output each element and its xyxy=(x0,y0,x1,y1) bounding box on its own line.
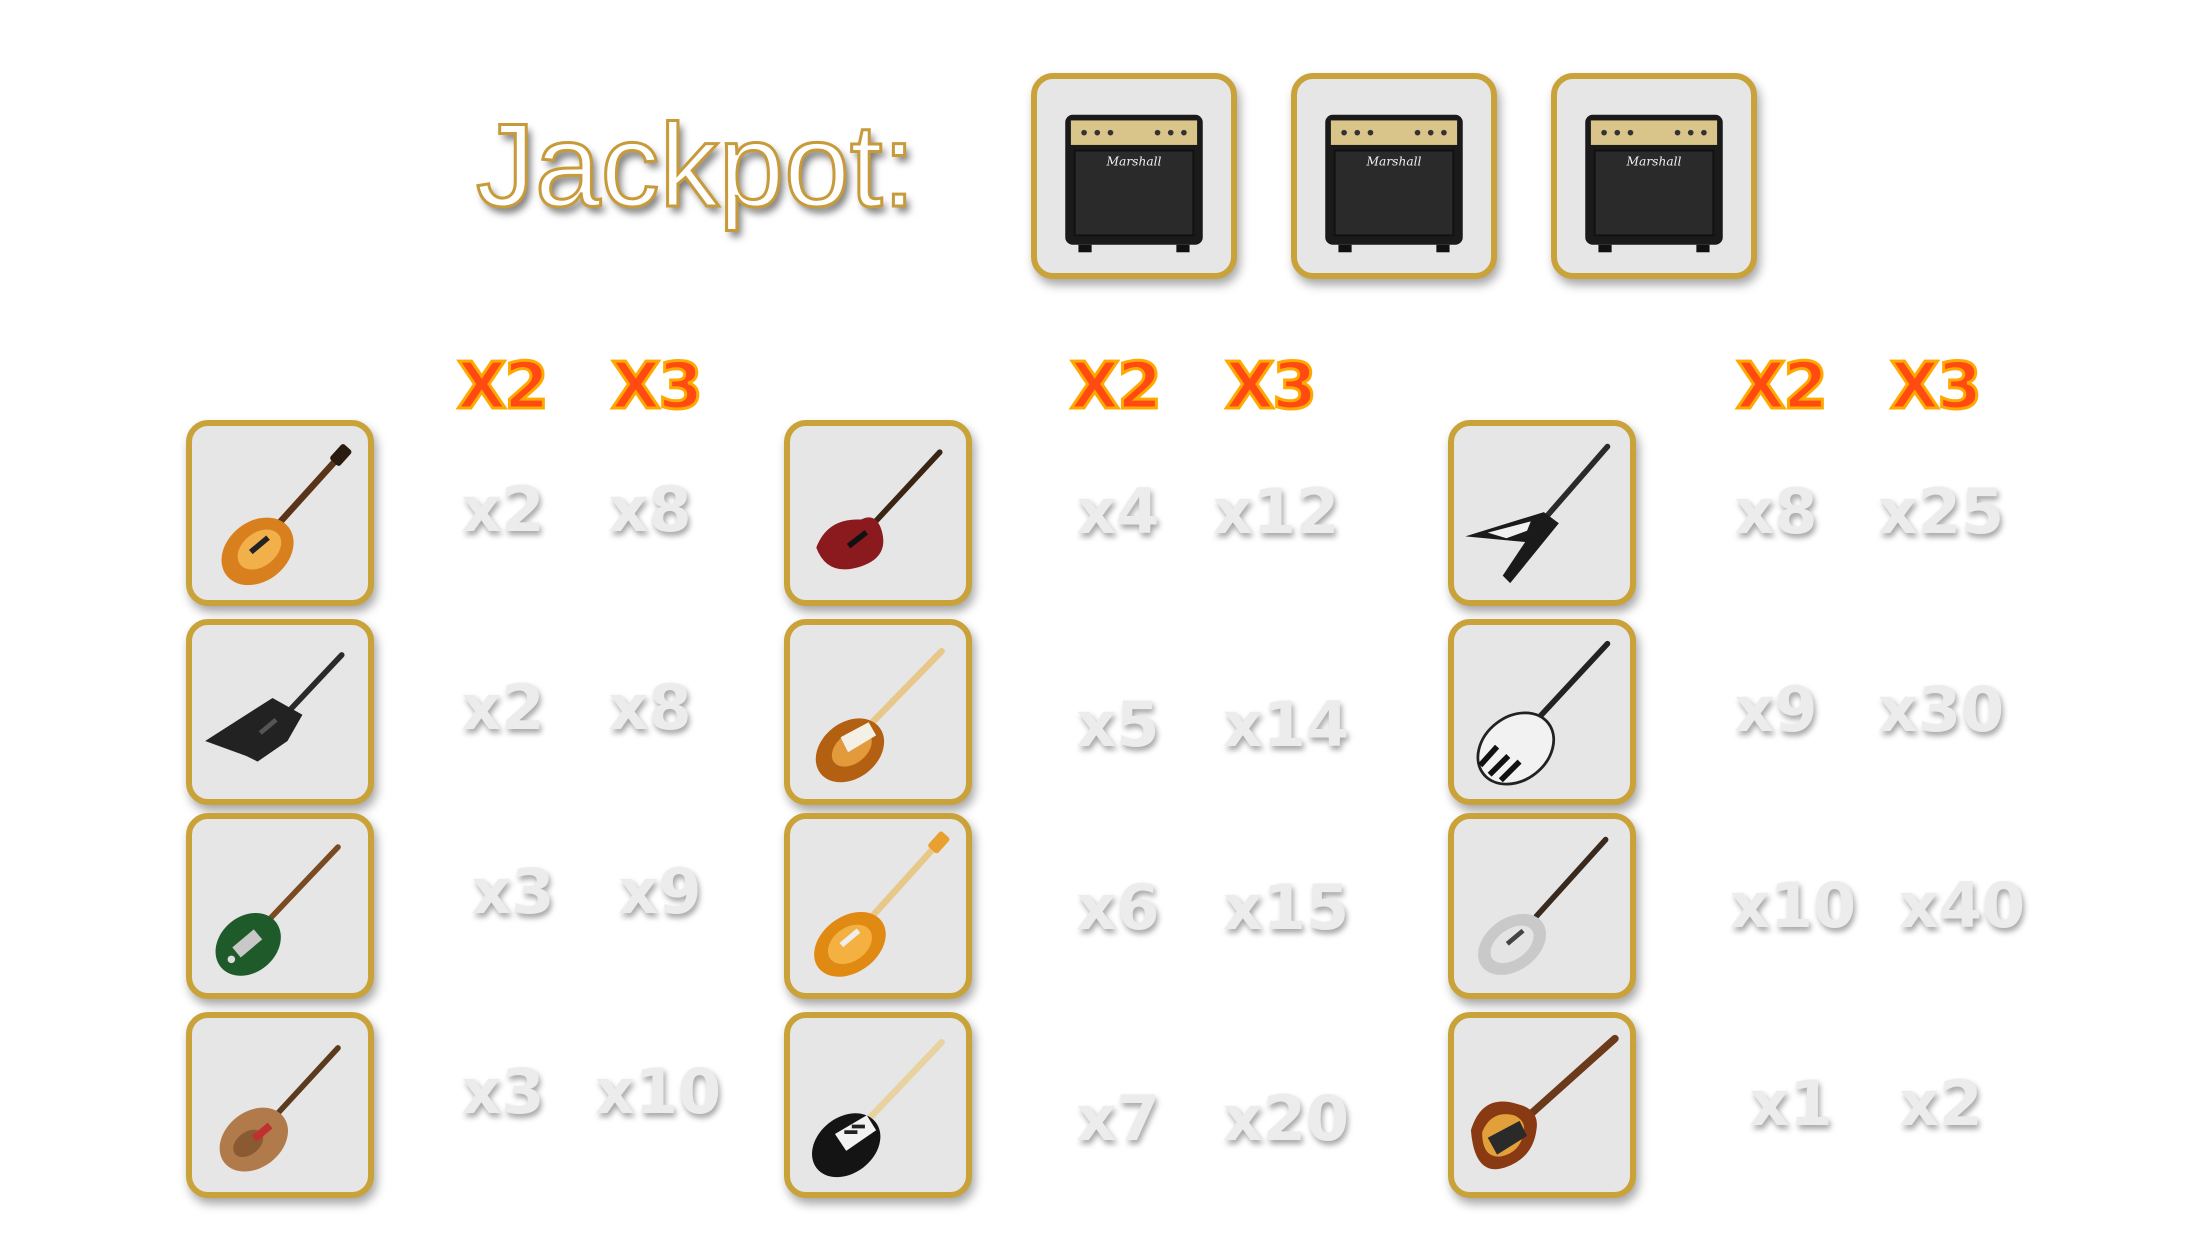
payout-x3-value: x14 xyxy=(1222,688,1350,761)
red-sg-guitar-icon xyxy=(784,420,972,606)
payout-x2-value: x2 xyxy=(461,671,545,744)
sunburst-telecaster-guitar-icon xyxy=(784,619,972,805)
column-1-x2-header: X2 xyxy=(456,350,551,424)
payout-x2-value: x3 xyxy=(471,855,555,928)
black-stratocaster-guitar-icon xyxy=(784,1012,972,1198)
amber-axis-guitar-icon xyxy=(784,813,972,999)
amp-brand-text: Marshall xyxy=(1626,155,1682,169)
payout-x2-value: x6 xyxy=(1076,871,1160,944)
payout-x3-value: x25 xyxy=(1877,475,2005,548)
payout-x2-value: x5 xyxy=(1076,688,1160,761)
column-3-x2-header: X2 xyxy=(1735,350,1830,424)
sunburst-jazz-bass-guitar-icon xyxy=(1448,1012,1636,1198)
payout-x3-value: x20 xyxy=(1222,1082,1350,1155)
payout-x2-value: x8 xyxy=(1734,475,1818,548)
white-les-paul-guitar-icon xyxy=(1448,619,1636,805)
payout-x3-value: x2 xyxy=(1899,1067,1983,1140)
payout-x3-value: x30 xyxy=(1877,673,2005,746)
jackpot-label: Jackpot: xyxy=(475,99,917,234)
payout-x2-value: x9 xyxy=(1734,673,1818,746)
amplifier-icon: Marshall xyxy=(1291,73,1497,279)
payout-x2-value: x4 xyxy=(1076,475,1160,548)
column-1-x3-header: X3 xyxy=(610,350,705,424)
payout-x3-value: x12 xyxy=(1212,475,1340,548)
payout-x3-value: x8 xyxy=(608,473,692,546)
payout-x3-value: x15 xyxy=(1222,871,1350,944)
payout-x2-value: x7 xyxy=(1076,1082,1160,1155)
payout-x2-value: x1 xyxy=(1749,1067,1833,1140)
payout-x2-value: x2 xyxy=(461,473,545,546)
quilted-superstrat-guitar-icon xyxy=(186,1012,374,1198)
payout-x3-value: x9 xyxy=(618,855,702,928)
silver-superstrat-guitar-icon xyxy=(1448,813,1636,999)
payout-x2-value: x3 xyxy=(461,1055,545,1128)
amp-brand-text: Marshall xyxy=(1106,155,1162,169)
amplifier-icon: Marshall xyxy=(1551,73,1757,279)
amplifier-icon: Marshall xyxy=(1031,73,1237,279)
amp-brand-text: Marshall xyxy=(1366,155,1422,169)
payout-x3-value: x40 xyxy=(1898,869,2026,942)
black-explorer-guitar-icon xyxy=(186,619,374,805)
sunburst-les-paul-guitar-icon xyxy=(186,420,374,606)
payout-x3-value: x8 xyxy=(608,671,692,744)
payout-x3-value: x10 xyxy=(594,1055,722,1128)
payout-x2-value: x10 xyxy=(1729,869,1857,942)
green-offset-guitar-icon xyxy=(186,813,374,999)
column-2-x2-header: X2 xyxy=(1069,350,1164,424)
flying-v-guitar-icon xyxy=(1448,420,1636,606)
column-2-x3-header: X3 xyxy=(1224,350,1319,424)
column-3-x3-header: X3 xyxy=(1889,350,1984,424)
